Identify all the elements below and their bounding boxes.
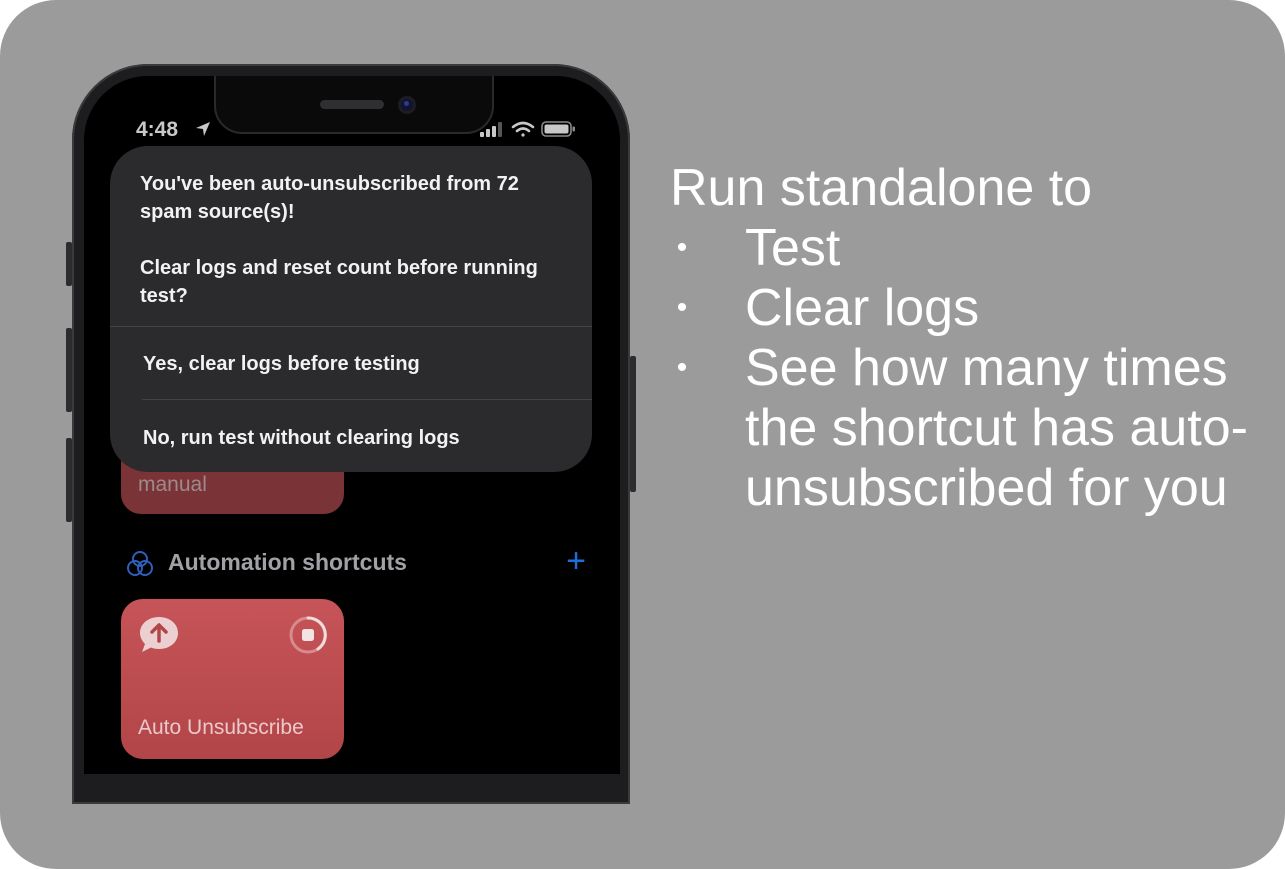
stop-running-icon[interactable] <box>288 615 328 655</box>
caption-bullet-list: • Test • Clear logs • See how many times th… <box>670 218 1250 518</box>
mute-switch <box>66 242 72 286</box>
add-automation-button[interactable]: + <box>566 542 586 581</box>
caption-bullet-text: Clear logs <box>745 279 980 337</box>
location-arrow-icon <box>196 122 210 136</box>
alert-message-line: You've been auto-unsubscribed from 72 sp… <box>140 173 519 223</box>
shortcut-card-label: manual <box>138 473 207 496</box>
bullet-dot: • <box>676 291 688 324</box>
phone-screen: 4:48 manual Automation shortcuts + Auto … <box>84 76 620 774</box>
speaker-grille <box>320 100 384 109</box>
volume-down-button <box>66 438 72 522</box>
status-time: 4:48 <box>136 118 179 141</box>
alert-message: You've been auto-unsubscribed from 72 sp… <box>140 170 570 338</box>
section-title: Automation shortcuts <box>168 549 407 575</box>
alert-dialog: You've been auto-unsubscribed from 72 sp… <box>110 146 592 472</box>
alert-message-line: Clear logs and reset count before runnin… <box>140 257 538 307</box>
battery-icon <box>541 121 575 137</box>
caption-bullet-text: Test <box>745 219 841 277</box>
caption-bullet: • Clear logs <box>670 278 1250 338</box>
caption-bullet: • See how many times the shortcut has aut… <box>670 338 1250 518</box>
wifi-icon <box>511 121 535 137</box>
caption-heading: Run standalone to <box>670 159 1093 217</box>
power-button <box>630 356 636 492</box>
alert-divider <box>142 399 592 400</box>
shortcut-card-auto-unsubscribe[interactable]: Auto Unsubscribe <box>121 599 344 759</box>
alert-option-clear-logs-button[interactable]: Yes, clear logs before testing <box>143 353 420 376</box>
automation-icon <box>127 551 153 576</box>
shortcut-card-label: Auto Unsubscribe <box>138 716 304 739</box>
slide: 4:48 manual Automation shortcuts + Auto … <box>0 0 1285 869</box>
bullet-dot: • <box>676 351 688 384</box>
bullet-dot: • <box>676 231 688 264</box>
automation-section-header: Automation shortcuts + <box>126 542 586 580</box>
alert-option-no-clear-button[interactable]: No, run test without clearing logs <box>143 427 460 450</box>
cellular-signal-icon <box>480 122 502 137</box>
caption-bullet: • Test <box>670 218 1250 278</box>
caption-bullet-text: See how many times the shortcut has auto… <box>745 339 1248 517</box>
alert-divider <box>110 326 592 327</box>
status-icons <box>480 121 575 137</box>
volume-up-button <box>66 328 72 412</box>
front-camera <box>398 96 416 114</box>
message-upload-icon <box>140 617 178 652</box>
